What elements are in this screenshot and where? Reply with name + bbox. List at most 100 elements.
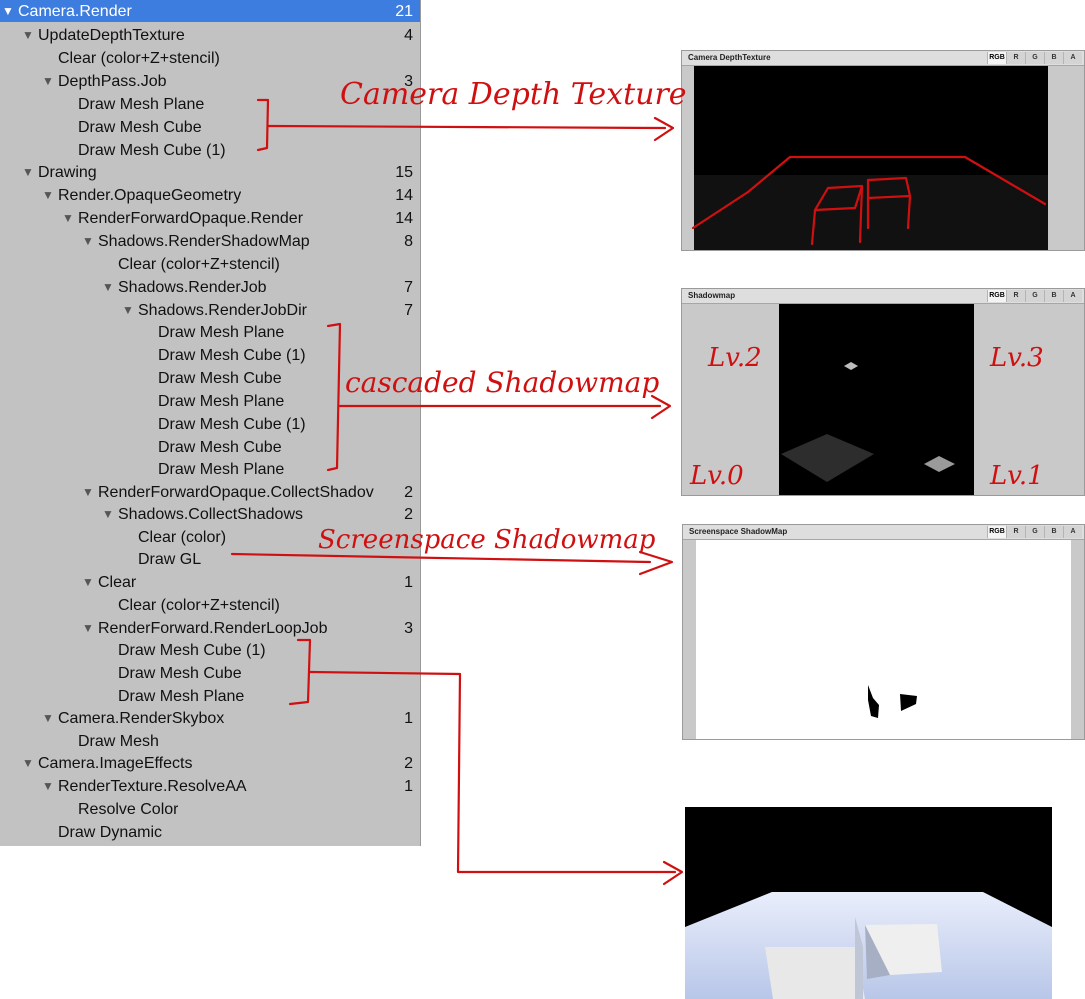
- tree-row[interactable]: Draw Mesh: [0, 730, 420, 753]
- tree-row[interactable]: Draw GL: [0, 548, 420, 571]
- channel-r[interactable]: R: [1006, 290, 1025, 302]
- tree-row-label: Draw Mesh Cube (1): [78, 142, 226, 159]
- depth-texture-image: [694, 66, 1048, 250]
- expand-triangle-icon[interactable]: ▼: [42, 70, 54, 93]
- expand-triangle-icon[interactable]: ▼: [42, 707, 54, 730]
- expand-triangle-icon[interactable]: ▼: [102, 276, 114, 299]
- channel-toggles: RGB R G B A: [987, 52, 1082, 64]
- tree-row-label: Draw Mesh: [78, 733, 159, 750]
- shadowmap-panel: Shadowmap RGB R G B A: [681, 288, 1085, 496]
- tree-row-label: Draw Dynamic: [58, 824, 163, 841]
- tree-row-label: Draw Mesh Cube: [158, 370, 282, 387]
- channel-g[interactable]: G: [1025, 52, 1044, 64]
- channel-a[interactable]: A: [1063, 290, 1082, 302]
- tree-row[interactable]: Draw Mesh Cube (1): [0, 639, 420, 662]
- tree-row-label: Draw Mesh Cube: [118, 665, 242, 682]
- channel-b[interactable]: B: [1044, 290, 1063, 302]
- tree-row[interactable]: ▼ Clear 1: [0, 571, 420, 594]
- tree-row[interactable]: Draw Mesh Cube: [0, 116, 420, 139]
- shadowmap-image: [779, 304, 974, 495]
- draw-call-count: 7: [404, 302, 413, 319]
- expand-triangle-icon[interactable]: ▼: [102, 503, 114, 526]
- tree-row[interactable]: ▼ Shadows.RenderJob 7: [0, 276, 420, 299]
- tree-row-label: Clear: [98, 574, 137, 591]
- frame-event-tree: ▼ Camera.Render 21 ▼ UpdateDepthTexture 4 Clea…: [0, 0, 421, 846]
- draw-call-count: 1: [404, 778, 413, 795]
- draw-call-count: 14: [395, 210, 413, 227]
- expand-triangle-icon[interactable]: ▼: [42, 184, 54, 207]
- tree-row-label: Clear (color+Z+stencil): [58, 50, 220, 67]
- tree-row[interactable]: ▼ Camera.ImageEffects 2: [0, 752, 420, 775]
- expand-triangle-icon[interactable]: ▼: [22, 161, 34, 184]
- expand-triangle-icon[interactable]: ▼: [22, 24, 34, 47]
- expand-triangle-icon[interactable]: ▼: [82, 571, 94, 594]
- channel-r[interactable]: R: [1006, 52, 1025, 64]
- tree-row[interactable]: ▼ Shadows.RenderShadowMap 8: [0, 230, 420, 253]
- channel-b[interactable]: B: [1044, 526, 1063, 538]
- tree-row-label: Draw Mesh Plane: [78, 96, 205, 113]
- expand-triangle-icon[interactable]: ▼: [2, 0, 14, 23]
- tree-row-label: Draw Mesh Plane: [158, 324, 285, 341]
- channel-b[interactable]: B: [1044, 52, 1063, 64]
- tree-row[interactable]: Clear (color+Z+stencil): [0, 47, 420, 70]
- draw-call-count: 7: [404, 279, 413, 296]
- channel-rgb[interactable]: RGB: [987, 290, 1006, 302]
- tree-row[interactable]: ▼ Camera.Render 21: [0, 0, 420, 22]
- tree-row-label: Clear (color+Z+stencil): [118, 597, 280, 614]
- tree-row[interactable]: ▼ Camera.RenderSkybox 1: [0, 707, 420, 730]
- tree-row[interactable]: ▼ RenderForwardOpaque.Render 14: [0, 207, 420, 230]
- expand-triangle-icon[interactable]: ▼: [82, 617, 94, 640]
- expand-triangle-icon[interactable]: ▼: [22, 752, 34, 775]
- tree-row[interactable]: Draw Mesh Plane: [0, 685, 420, 708]
- channel-a[interactable]: A: [1063, 52, 1082, 64]
- tree-row[interactable]: ▼ Shadows.CollectShadows 2: [0, 503, 420, 526]
- tree-row[interactable]: Draw Dynamic: [0, 821, 420, 844]
- expand-triangle-icon[interactable]: ▼: [42, 775, 54, 798]
- tree-row[interactable]: Draw Mesh Plane: [0, 390, 420, 413]
- channel-g[interactable]: G: [1025, 290, 1044, 302]
- expand-triangle-icon[interactable]: ▼: [62, 207, 74, 230]
- draw-call-count: 2: [404, 755, 413, 772]
- tree-row-label: Camera.RenderSkybox: [58, 710, 225, 727]
- tree-row[interactable]: ▼ RenderForward.RenderLoopJob 3: [0, 617, 420, 640]
- tree-row-label: Shadows.RenderShadowMap: [98, 233, 310, 250]
- final-render-image: [685, 807, 1052, 999]
- tree-row[interactable]: Draw Mesh Cube: [0, 367, 420, 390]
- tree-row[interactable]: Draw Mesh Cube: [0, 662, 420, 685]
- tree-row[interactable]: ▼ RenderTexture.ResolveAA 1: [0, 775, 420, 798]
- tree-row[interactable]: ▼ RenderForwardOpaque.CollectShadov 2: [0, 481, 420, 504]
- tree-row[interactable]: Clear (color+Z+stencil): [0, 594, 420, 617]
- tree-row-label: UpdateDepthTexture: [38, 27, 185, 44]
- tree-row[interactable]: Draw Mesh Cube (1): [0, 344, 420, 367]
- draw-call-count: 3: [404, 620, 413, 637]
- channel-g[interactable]: G: [1025, 526, 1044, 538]
- expand-triangle-icon[interactable]: ▼: [122, 299, 134, 322]
- tree-row-label: RenderForwardOpaque.Render: [78, 210, 304, 227]
- channel-a[interactable]: A: [1063, 526, 1082, 538]
- tree-row-label: Draw Mesh Cube (1): [158, 416, 306, 433]
- tree-row[interactable]: ▼ DepthPass.Job 3: [0, 70, 420, 93]
- tree-row[interactable]: Clear (color): [0, 526, 420, 549]
- tree-row[interactable]: Draw Mesh Cube: [0, 436, 420, 459]
- expand-triangle-icon[interactable]: ▼: [82, 481, 94, 504]
- draw-call-count: 14: [395, 187, 413, 204]
- tree-row-label: Render.OpaqueGeometry: [58, 187, 242, 204]
- tree-row[interactable]: Draw Mesh Cube (1): [0, 139, 420, 162]
- channel-rgb[interactable]: RGB: [987, 52, 1006, 64]
- expand-triangle-icon[interactable]: ▼: [82, 230, 94, 253]
- tree-row[interactable]: Resolve Color: [0, 798, 420, 821]
- draw-call-count: 2: [404, 484, 413, 501]
- tree-row[interactable]: Clear (color+Z+stencil): [0, 253, 420, 276]
- tree-row[interactable]: ▼ UpdateDepthTexture 4: [0, 24, 420, 47]
- tree-row[interactable]: Draw Mesh Cube (1): [0, 413, 420, 436]
- tree-row[interactable]: Draw Mesh Plane: [0, 458, 420, 481]
- tree-row[interactable]: Draw Mesh Plane: [0, 93, 420, 116]
- tree-row-label: Shadows.RenderJobDir: [138, 302, 307, 319]
- tree-row[interactable]: ▼ Shadows.RenderJobDir 7: [0, 299, 420, 322]
- screenspace-panel: Screenspace ShadowMap RGB R G B A: [682, 524, 1085, 740]
- tree-row[interactable]: ▼ Drawing 15: [0, 161, 420, 184]
- channel-rgb[interactable]: RGB: [987, 526, 1006, 538]
- tree-row[interactable]: Draw Mesh Plane: [0, 321, 420, 344]
- tree-row[interactable]: ▼ Render.OpaqueGeometry 14: [0, 184, 420, 207]
- channel-r[interactable]: R: [1006, 526, 1025, 538]
